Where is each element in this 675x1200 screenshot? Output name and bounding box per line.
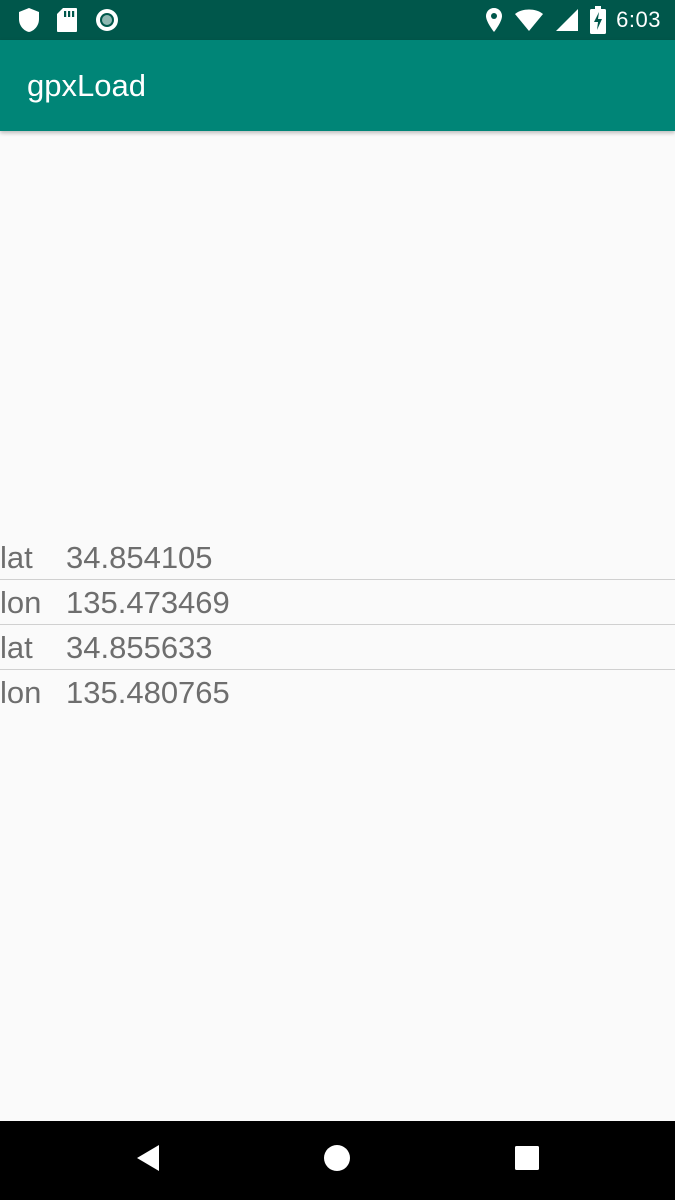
recents-button[interactable]: [487, 1121, 567, 1200]
status-right-icons: 6:03: [484, 0, 661, 40]
app-screen: 6:03 gpxLoad lat 34.854105 lon 135.47346…: [0, 0, 675, 1200]
app-title: gpxLoad: [27, 68, 146, 103]
home-button[interactable]: [297, 1121, 377, 1200]
list-item[interactable]: lon 135.480765: [0, 670, 675, 715]
navigation-bar: [0, 1121, 675, 1200]
record-icon: [94, 7, 120, 33]
location-pin-icon: [484, 7, 504, 33]
app-bar: gpxLoad: [0, 40, 675, 131]
recents-icon: [514, 1145, 540, 1176]
status-left-icons: [18, 0, 120, 40]
coord-key: lat: [0, 540, 33, 575]
cell-signal-icon: [554, 7, 580, 33]
coord-value: 34.855633: [66, 630, 213, 665]
sd-card-icon: [56, 7, 78, 33]
coordinate-list: lat 34.854105 lon 135.473469 lat 34.8556…: [0, 535, 675, 715]
battery-charging-icon: [590, 6, 607, 34]
back-icon: [135, 1144, 161, 1177]
back-button[interactable]: [108, 1121, 188, 1200]
list-item[interactable]: lat 34.855633: [0, 625, 675, 670]
status-time: 6:03: [616, 7, 661, 32]
coord-key: lon: [0, 675, 42, 710]
coord-key: lon: [0, 585, 42, 620]
list-item[interactable]: lon 135.473469: [0, 580, 675, 625]
coord-value: 34.854105: [66, 540, 213, 575]
shield-icon: [18, 7, 40, 33]
home-icon: [323, 1144, 351, 1177]
wifi-icon: [514, 8, 544, 32]
coord-value: 135.480765: [66, 675, 230, 710]
status-bar: 6:03: [0, 0, 675, 40]
coord-key: lat: [0, 630, 33, 665]
coord-value: 135.473469: [66, 585, 230, 620]
list-item[interactable]: lat 34.854105: [0, 535, 675, 580]
